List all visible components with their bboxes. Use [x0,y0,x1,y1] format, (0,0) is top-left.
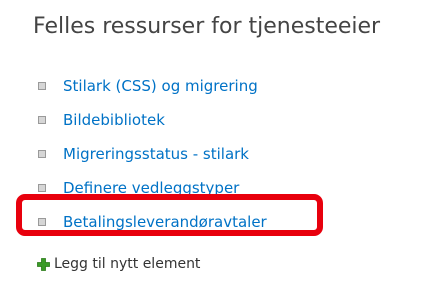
link-list: Stilark (CSS) og migrering Bildebibliote… [38,69,267,239]
link-migreringsstatus[interactable]: Migreringsstatus - stilark [63,145,249,163]
bullet-icon [38,82,46,90]
bullet-icon [38,184,46,192]
plus-icon [37,257,50,271]
bullet-icon [38,218,46,226]
add-new-item-link[interactable]: Legg til nytt element [37,256,200,272]
link-bildebibliotek[interactable]: Bildebibliotek [63,111,165,129]
section-title: Felles ressurser for tjenesteeier [33,14,381,39]
list-item: Bildebibliotek [38,103,267,137]
list-item: Stilark (CSS) og migrering [38,69,267,103]
link-vedleggstyper[interactable]: Definere vedleggstyper [63,179,239,197]
bullet-icon [38,116,46,124]
bullet-icon [38,150,46,158]
list-item: Betalingsleverandøravtaler [38,205,267,239]
link-betalingsleverandoravtaler[interactable]: Betalingsleverandøravtaler [63,213,267,231]
list-item: Migreringsstatus - stilark [38,137,267,171]
add-new-item-label: Legg til nytt element [54,256,201,272]
list-item: Definere vedleggstyper [38,171,267,205]
link-stilark[interactable]: Stilark (CSS) og migrering [63,77,258,95]
